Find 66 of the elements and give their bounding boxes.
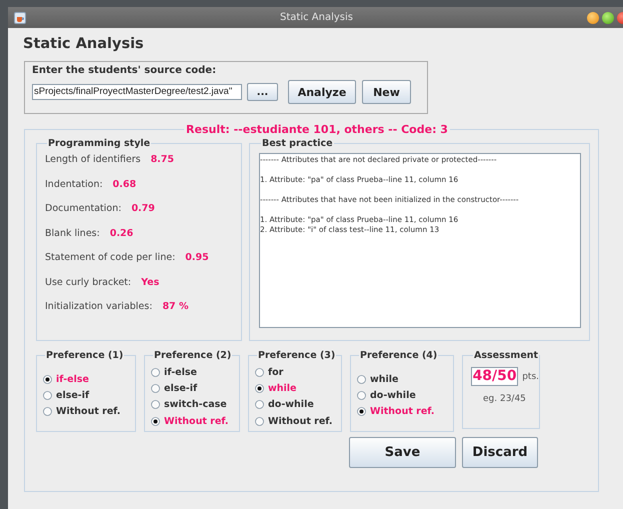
option-label[interactable]: do-while [370,390,416,401]
radio-button[interactable] [357,374,366,384]
radio-button[interactable] [255,400,264,410]
cup-icon [14,12,26,24]
option-label[interactable]: for [268,366,284,378]
panel-title: Preference (1) [45,350,124,361]
analyze-button[interactable]: Analyze [288,80,356,104]
source-label: Enter the students' source code: [32,65,218,76]
radio-button[interactable] [255,368,264,377]
radio-button[interactable] [43,374,52,384]
radio-button[interactable] [43,390,52,400]
panel-title: Assessment [473,350,540,361]
metric-value: 0.68 [112,178,136,190]
radio-button[interactable] [357,407,366,416]
metric-label: Use curly bracket: [45,276,132,288]
radio-button[interactable] [151,368,160,377]
radio-button[interactable] [255,384,264,393]
save-button[interactable]: Save [349,437,456,468]
option-label[interactable]: Without ref. [268,416,333,427]
option-label[interactable]: Without ref. [370,406,435,418]
panel-title: Programming style [47,138,152,149]
radio-button[interactable] [151,384,160,393]
option-label[interactable]: else-if [164,382,198,394]
panel-title: Best practice [261,138,334,149]
metric-value: 87 % [162,301,188,312]
option-label[interactable]: Without ref. [164,416,229,427]
option-label[interactable]: if-else [56,374,89,385]
hint-text: eg. 23/45 [483,394,527,404]
metric-label: Statement of code per line: [45,252,176,263]
metric-label: Indentation: [45,178,103,190]
maximize-button[interactable] [602,12,614,24]
panel-title: Preference (2) [153,350,232,361]
metric-label: Documentation: [45,203,122,214]
window-title: Static Analysis [279,12,354,23]
radio-button[interactable] [357,390,366,400]
metric-value: Yes [141,276,160,288]
option-label[interactable]: else-if [56,390,90,401]
discard-button[interactable]: Discard [462,437,538,468]
panel-title: Preference (4) [359,350,438,361]
path-field[interactable]: sProjects/finalProyectMasterDegree/test2.java" [32,84,242,100]
option-label[interactable]: while [268,382,296,394]
metric-value: 0.26 [110,228,134,238]
metric-value: 0.95 [185,252,209,263]
option-label[interactable]: if-else [164,366,197,378]
radio-button[interactable] [151,400,160,410]
metric-label: Blank lines: [45,228,100,238]
panel-title: Preference (3) [257,350,336,361]
metric-label: Initialization variables: [45,301,152,312]
option-label[interactable]: Without ref. [56,406,121,418]
page-heading: Static Analysis [23,36,145,52]
metric-value: 0.79 [131,203,155,214]
metric-value: 8.75 [150,154,174,165]
option-label[interactable]: do-while [268,399,314,410]
radio-button[interactable] [151,416,160,426]
option-label[interactable]: switch-case [164,399,227,410]
score-field[interactable]: 48/50 [471,367,518,386]
unit-label: pts. [522,372,539,382]
report-text-area[interactable] [259,153,581,328]
new-button[interactable]: New [362,80,411,104]
metric-label: Length of identifiers [45,154,141,165]
minimize-button[interactable] [587,12,599,24]
radio-button[interactable] [255,416,264,426]
result-title: Result: --estudiante 101, others -- Code: 3 [185,123,449,136]
radio-button[interactable] [43,407,52,416]
browse-button[interactable]: ... [247,83,278,101]
option-label[interactable]: while [370,374,398,385]
